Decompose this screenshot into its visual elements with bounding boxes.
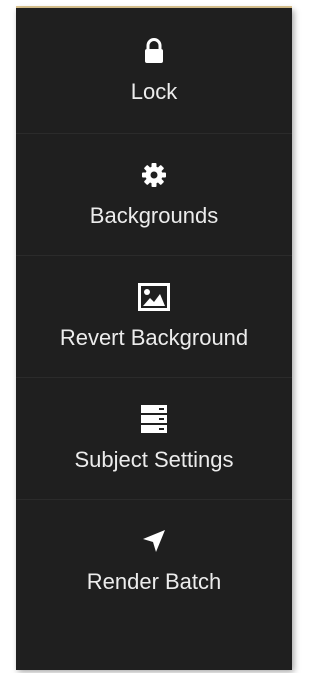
screenshot-frame: Lock Backgrounds Revert Background Subje… [0,0,298,673]
server-stack-icon [134,404,174,433]
menu-item-lock[interactable]: Lock [16,8,292,134]
image-icon [134,282,174,311]
menu-item-label: Revert Background [59,324,249,350]
menu-item-subject-settings[interactable]: Subject Settings [16,378,292,500]
menu-item-label: Backgrounds [89,202,219,228]
gear-icon [134,161,174,189]
menu-item-render-batch[interactable]: Render Batch [16,500,292,622]
menu-item-label: Lock [130,78,178,104]
menu-item-revert-background[interactable]: Revert Background [16,256,292,378]
location-arrow-icon [134,527,174,555]
menu-item-label: Subject Settings [74,446,234,472]
menu-item-label: Render Batch [86,569,222,594]
side-menu-panel: Lock Backgrounds Revert Background Subje… [16,8,292,670]
menu-item-backgrounds[interactable]: Backgrounds [16,134,292,256]
lock-icon [134,37,174,65]
